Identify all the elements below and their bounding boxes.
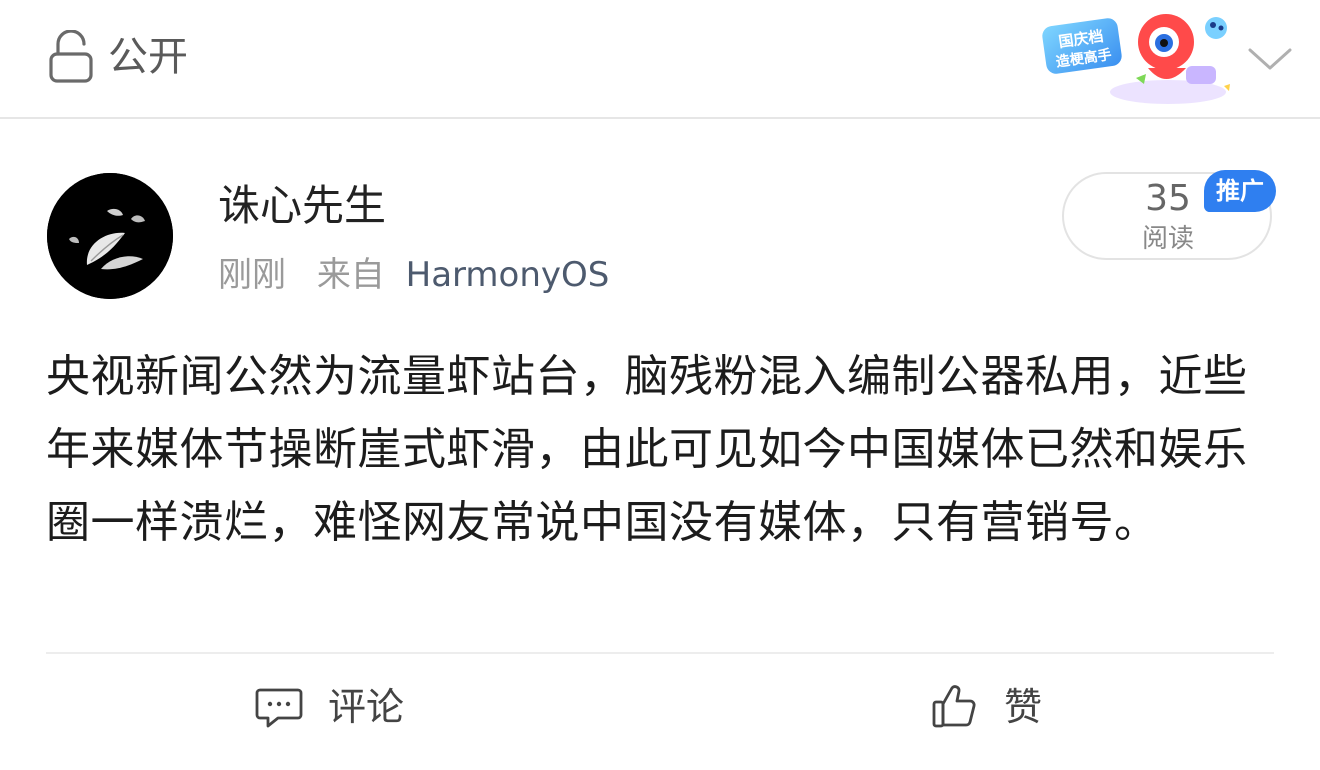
chevron-down-icon[interactable] — [1246, 40, 1294, 76]
comment-label: 评论 — [328, 685, 405, 729]
promo-mascot-badge[interactable]: 国庆档 造梗高手 — [1038, 6, 1234, 110]
avatar[interactable] — [47, 173, 173, 299]
post-composer-preview: 公开 国庆档 造梗高手 诛心先生 刚刚 来自 HarmonyOS 35 阅读 推… — [0, 0, 1320, 770]
like-label: 赞 — [1004, 685, 1043, 729]
author-name[interactable]: 诛心先生 — [218, 178, 386, 234]
feather-avatar-image — [47, 173, 173, 299]
post-body-text: 央视新闻公然为流量虾站台，脑残粉混入编制公器私用，近些年来媒体节操断崖式虾滑，由… — [46, 351, 1248, 548]
lock-open-icon — [49, 30, 93, 83]
like-button[interactable]: 赞 — [930, 680, 1042, 734]
post-source[interactable]: HarmonyOS — [406, 255, 610, 295]
thumbs-up-icon — [932, 685, 976, 728]
read-count: 35 — [1145, 178, 1191, 219]
comment-button[interactable]: 评论 — [254, 680, 404, 734]
post-meta: 刚刚 来自 HarmonyOS — [218, 250, 609, 300]
ad-badge: 推广 — [1204, 170, 1276, 212]
top-bar: 公开 国庆档 造梗高手 — [0, 0, 1320, 118]
source-prefix: 来自 — [316, 255, 385, 295]
visibility-label: 公开 — [108, 34, 188, 80]
read-label: 阅读 — [1141, 224, 1194, 254]
header-divider — [0, 117, 1320, 119]
comment-icon — [255, 688, 303, 728]
action-divider — [46, 652, 1274, 654]
visibility-selector[interactable]: 公开 — [48, 30, 188, 84]
post-time: 刚刚 — [218, 255, 286, 295]
